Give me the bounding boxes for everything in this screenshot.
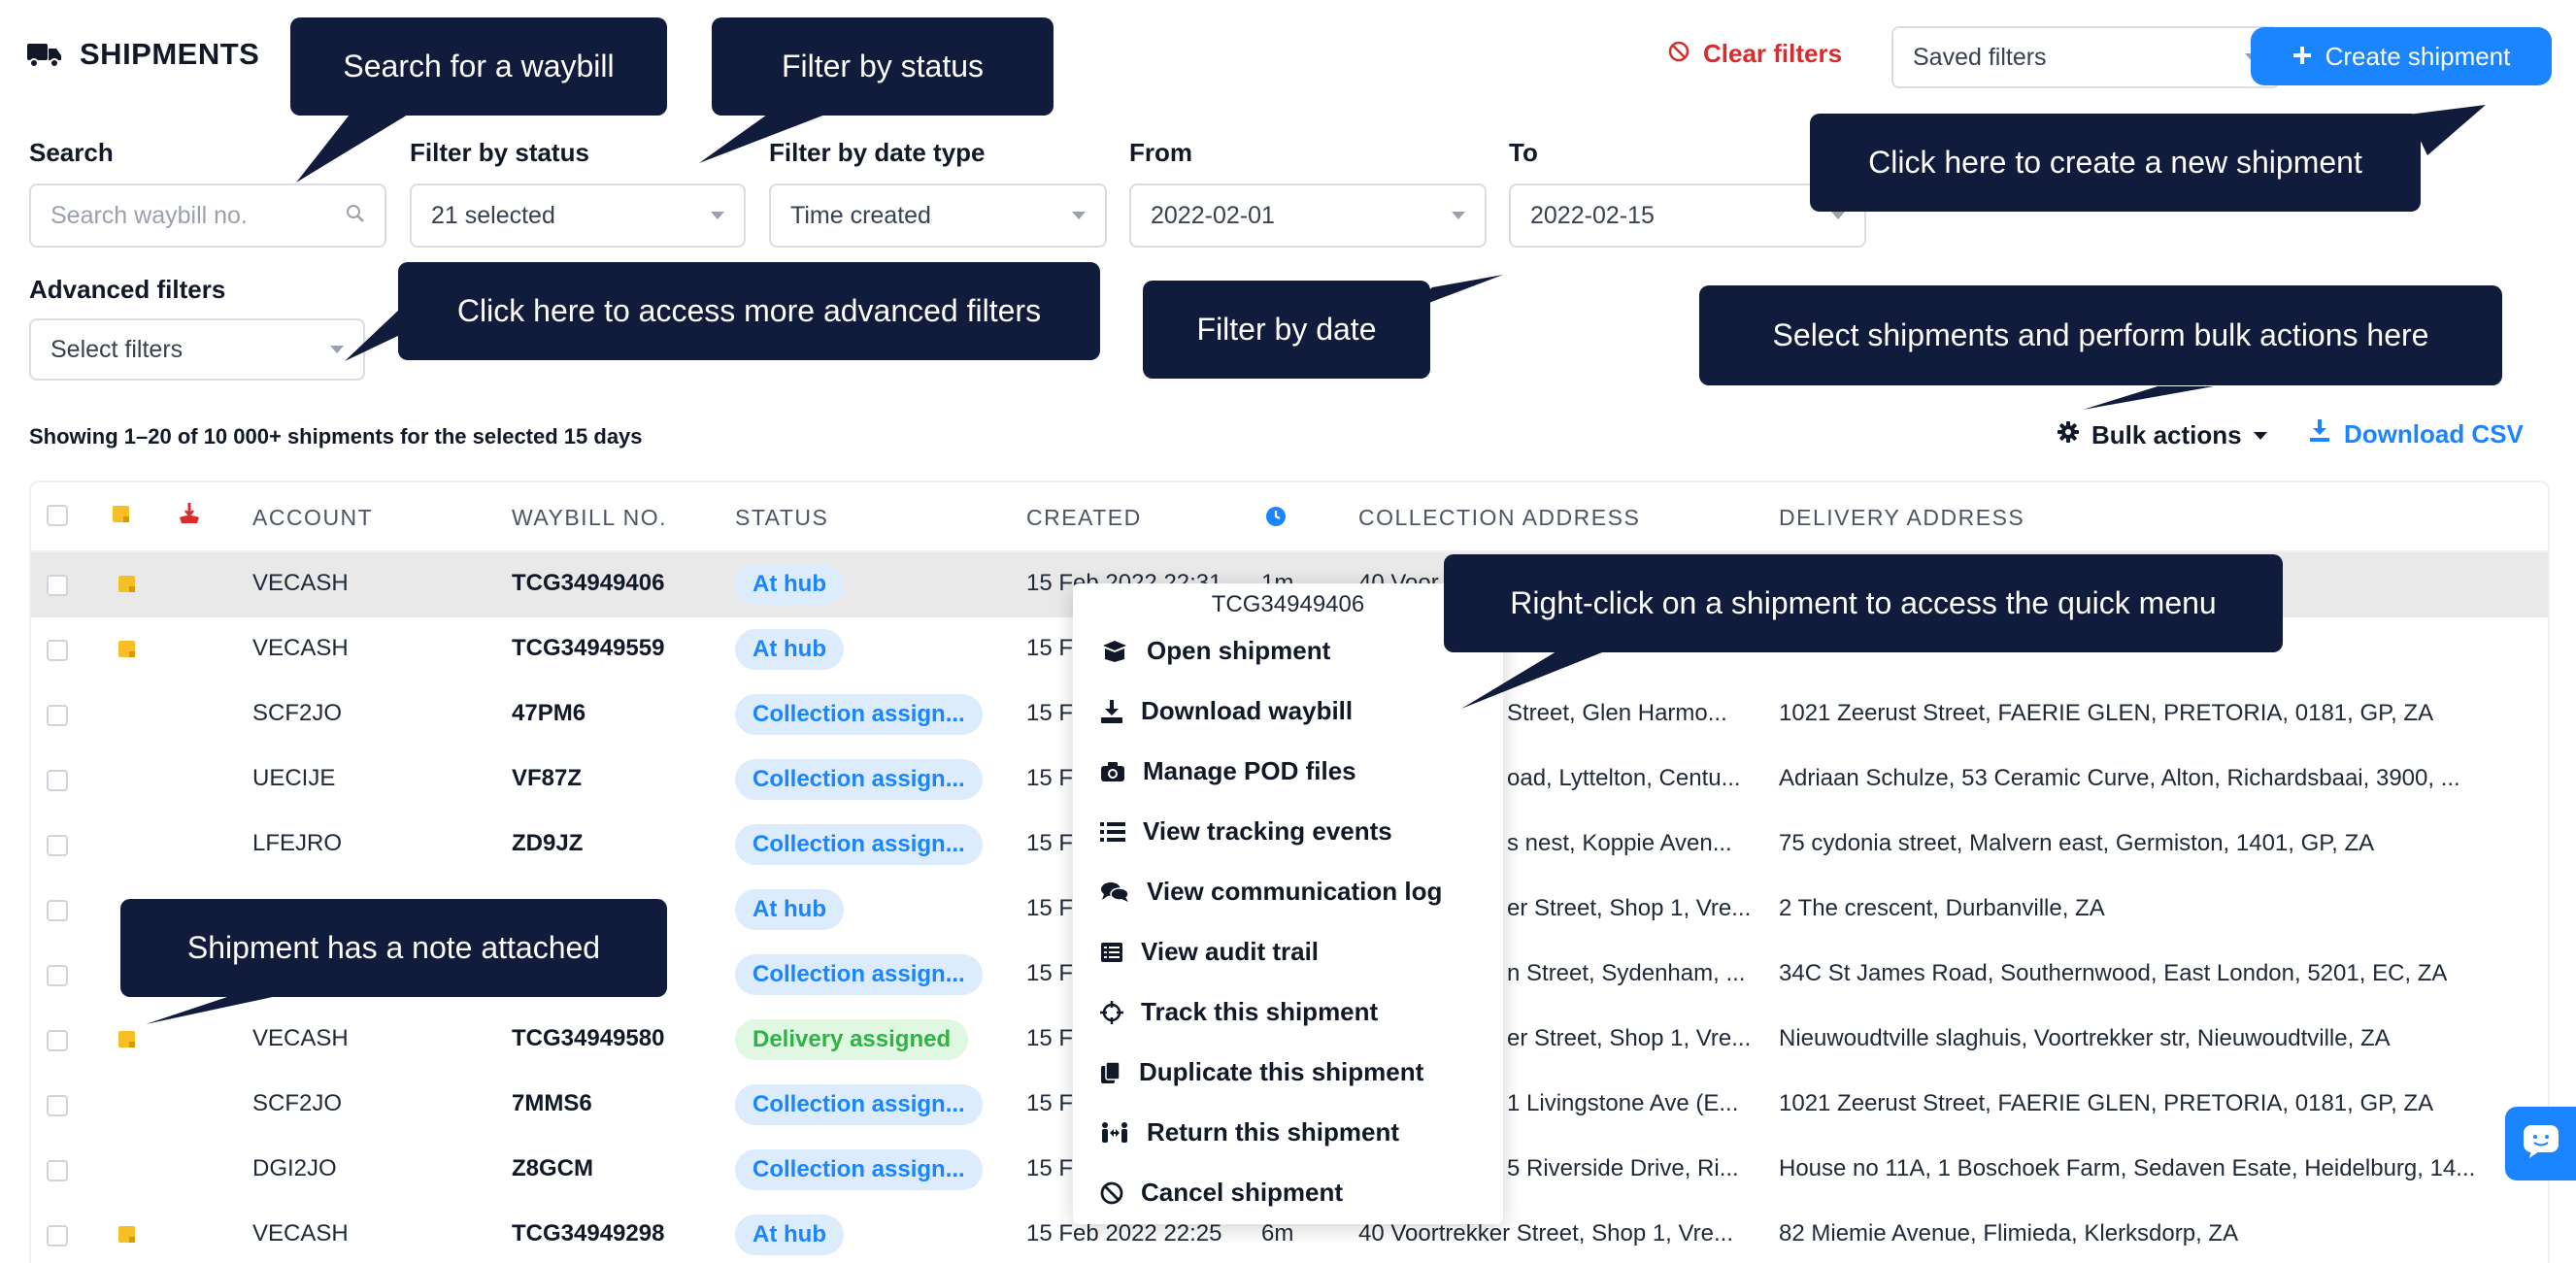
status-callout-tail	[699, 115, 825, 163]
create-callout: Click here to create a new shipment	[1810, 114, 2421, 212]
rightclick-callout: Right-click on a shipment to access the …	[1444, 554, 2283, 652]
search-callout-tail	[296, 115, 408, 183]
bulk-callout-tail	[2083, 386, 2214, 410]
rightclick-callout-tail	[1461, 648, 1612, 709]
note-callout: Shipment has a note attached	[120, 899, 667, 997]
date-callout: Filter by date	[1143, 281, 1430, 379]
status-callout: Filter by status	[712, 17, 1054, 116]
search-callout: Search for a waybill	[290, 17, 667, 116]
note-callout-tail	[146, 995, 282, 1024]
advanced-callout-tail	[345, 309, 400, 361]
advanced-callout: Click here to access more advanced filte…	[398, 262, 1100, 360]
bulk-callout: Select shipments and perform bulk action…	[1699, 285, 2502, 385]
